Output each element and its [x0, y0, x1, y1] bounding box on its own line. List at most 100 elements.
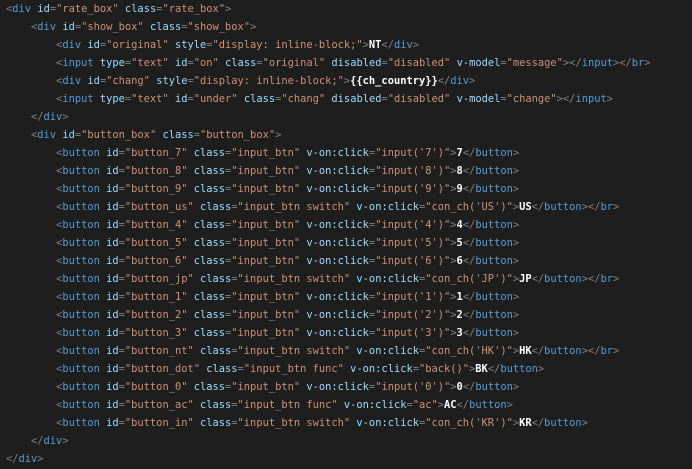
code-punctuation: >	[644, 57, 651, 69]
code-tag-name: input	[581, 57, 613, 69]
code-punctuation: >	[250, 21, 257, 33]
code-attribute-value: "input_btn"	[231, 381, 301, 393]
code-attribute-name: v-on:click	[306, 381, 369, 393]
code-attribute-value: "input_btn"	[231, 327, 301, 339]
code-attribute-value: "input('2')"	[375, 309, 451, 321]
code-tag-name: button	[62, 237, 100, 249]
code-punctuation: >	[512, 309, 520, 321]
code-attribute-value: "input_btn"	[231, 147, 301, 159]
code-attribute-value: "button_9"	[124, 183, 188, 195]
code-attribute-value: "input('7')"	[375, 147, 451, 159]
code-punctuation: >	[512, 291, 520, 303]
code-punctuation: >	[612, 345, 620, 357]
code-punctuation: </	[462, 327, 476, 339]
code-punctuation: </	[462, 147, 476, 159]
code-attribute-value: "original"	[262, 57, 326, 69]
code-punctuation: </	[531, 273, 545, 285]
code-tag-name: br	[600, 345, 613, 357]
code-punctuation: </	[462, 183, 476, 195]
code-punctuation: >	[37, 453, 44, 465]
code-attribute-value: "con_ch('JP')"	[425, 273, 513, 285]
code-punctuation: </	[6, 453, 19, 465]
code-punctuation: >	[512, 219, 520, 231]
code-attribute-value: "input('9')"	[375, 183, 451, 195]
code-attribute-name: disabled	[331, 93, 382, 105]
code-punctuation: </	[462, 165, 476, 177]
code-line: <button id="button_3" class="input_btn" …	[6, 324, 519, 342]
code-attribute-value: "display: inline-block;"	[193, 75, 344, 87]
code-attribute-value: "input('6')"	[375, 255, 451, 267]
code-attribute-value: "con_ch('US')"	[425, 201, 513, 213]
code-line: <input type="text" id="under" class="cha…	[6, 90, 613, 108]
code-punctuation: >	[512, 381, 520, 393]
code-punctuation: </	[31, 435, 44, 447]
code-line: </div>	[6, 108, 69, 126]
code-attribute-value: "button_4"	[124, 219, 188, 231]
code-attribute-value: "message"	[506, 57, 563, 69]
code-punctuation: </	[462, 237, 476, 249]
code-tag-name: button	[62, 345, 100, 357]
code-attribute-name: id	[174, 57, 188, 69]
code-attribute-value: "input('4')"	[375, 219, 451, 231]
code-attribute-name: v-on:click	[306, 219, 369, 231]
code-attribute-name: class	[200, 345, 232, 357]
code-tag-name: button	[62, 291, 100, 303]
code-tag-name: button	[62, 201, 100, 213]
code-attribute-value: "button_box"	[81, 129, 157, 141]
code-attribute-value: "disabled"	[387, 93, 451, 105]
code-tag-name: button	[62, 219, 100, 231]
code-punctuation: </	[456, 399, 470, 411]
code-attribute-name: class	[193, 327, 226, 339]
code-attribute-value: "button_ac"	[124, 399, 194, 411]
code-attribute-name: id	[106, 417, 119, 429]
code-attribute-name: type	[99, 57, 125, 69]
code-punctuation: >	[512, 147, 520, 159]
code-line: <button id="button_dot" class="input_btn…	[6, 360, 544, 378]
code-attribute-name: class	[206, 363, 238, 375]
code-line: <button id="button_ac" class="input_btn …	[6, 396, 513, 414]
code-attribute-value: "button_5"	[124, 237, 188, 249]
code-attribute-value: "button_3"	[124, 327, 188, 339]
code-tag-name: button	[62, 255, 100, 267]
code-text: US	[519, 201, 532, 213]
code-editor[interactable]: <div id="rate_box" class="rate_box"> <di…	[0, 0, 692, 469]
code-attribute-name: class	[193, 291, 226, 303]
code-tag-name: input	[575, 93, 607, 105]
code-tag-name: button	[544, 345, 582, 357]
code-tag-name: button	[469, 399, 507, 411]
code-line: <input type="text" id="on" class="origin…	[6, 54, 651, 72]
code-attribute-name: id	[106, 327, 119, 339]
code-attribute-name: class	[124, 3, 157, 15]
code-punctuation: >	[506, 399, 513, 411]
code-attribute-value: "on"	[193, 57, 219, 69]
code-attribute-name: id	[106, 147, 119, 159]
code-punctuation: ></	[562, 57, 582, 69]
code-line: <button id="button_7" class="input_btn" …	[6, 144, 519, 162]
code-attribute-value: "chang"	[106, 75, 150, 87]
code-attribute-name: v-on:click	[306, 147, 369, 159]
code-attribute-value: "disabled"	[387, 57, 451, 69]
code-attribute-value: "back()"	[418, 363, 470, 375]
code-attribute-name: class	[200, 399, 232, 411]
code-line: <button id="button_1" class="input_btn" …	[6, 288, 519, 306]
code-line: <div id="chang" style="display: inline-b…	[6, 72, 475, 90]
code-attribute-value: "show_box"	[81, 21, 144, 33]
code-attribute-name: v-on:click	[306, 291, 369, 303]
code-punctuation: >	[512, 327, 520, 339]
code-tag-name: button	[500, 363, 538, 375]
code-punctuation: >	[512, 237, 520, 249]
code-attribute-value: "input('3')"	[375, 327, 451, 339]
code-attribute-name: class	[243, 93, 276, 105]
code-attribute-name: v-on:click	[343, 399, 407, 411]
code-punctuation: >	[469, 75, 476, 87]
code-attribute-name: id	[106, 201, 119, 213]
code-attribute-name: id	[106, 345, 119, 357]
code-line: <button id="button_jp" class="input_btn …	[6, 270, 619, 288]
code-tag-name: br	[600, 273, 613, 285]
